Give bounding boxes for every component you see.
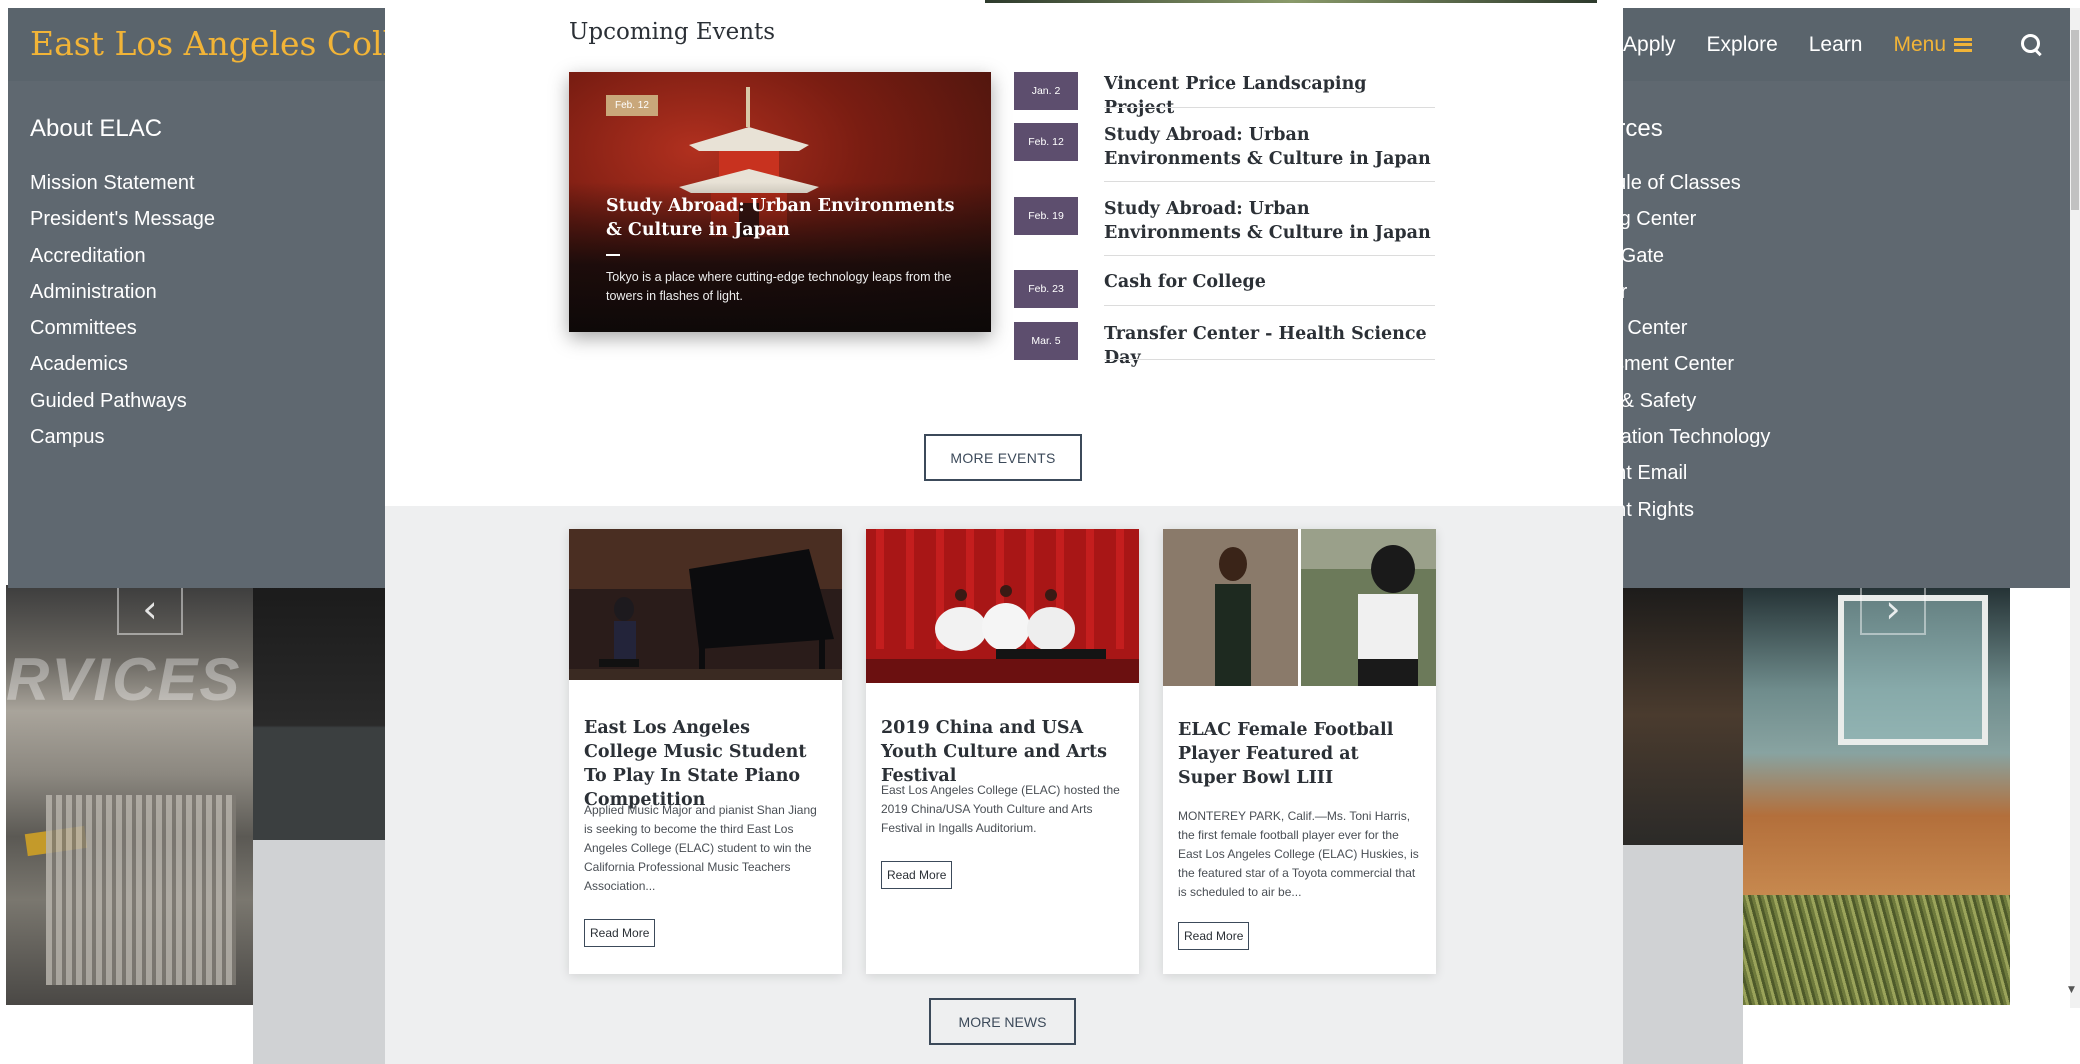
- background-photo-dark: [253, 585, 385, 840]
- menu-link-campus[interactable]: Campus: [30, 419, 215, 455]
- news-title[interactable]: East Los Angeles College Music Student T…: [584, 716, 827, 812]
- menu-link-learning-center[interactable]: ing Center: [1604, 201, 1770, 237]
- menu-link-president[interactable]: President's Message: [30, 201, 215, 237]
- piano-photo: [569, 529, 842, 680]
- featured-divider: [606, 254, 620, 256]
- featured-event-description: Tokyo is a place where cutting-edge tech…: [606, 270, 952, 303]
- menu-link-accreditation[interactable]: Accreditation: [30, 238, 215, 274]
- mega-menu-resources: urces dule of Classes ing Center n Gate …: [1604, 115, 1770, 528]
- menu-link-it[interactable]: mation Technology: [1604, 419, 1770, 455]
- featured-date-badge: Feb. 12: [606, 95, 658, 116]
- menu-link-assessment[interactable]: ssment Center: [1604, 346, 1770, 382]
- menu-link-transfer[interactable]: fer: [1604, 274, 1770, 310]
- event-title[interactable]: Cash for College: [1104, 270, 1434, 294]
- hamburger-icon: [1954, 37, 1972, 52]
- news-card[interactable]: East Los Angeles College Music Student T…: [569, 529, 842, 974]
- read-more-button[interactable]: Read More: [584, 919, 656, 947]
- primary-nav: Apply Explore Learn Menu: [1623, 8, 2070, 81]
- building-door: [46, 795, 236, 985]
- background-photo-right: [1743, 585, 2010, 1005]
- menu-link-gate[interactable]: n Gate: [1604, 238, 1770, 274]
- menu-label: Menu: [1893, 32, 1946, 56]
- background-photo-dark-right: [1623, 585, 1743, 845]
- read-more-button[interactable]: Read More: [881, 861, 953, 889]
- events-heading: Upcoming Events: [569, 19, 776, 45]
- news-title[interactable]: ELAC Female Football Player Featured at …: [1178, 718, 1421, 790]
- football-player-photo: [1163, 529, 1436, 686]
- scroll-down-arrow-icon[interactable]: ▼: [2068, 985, 2080, 997]
- scrollbar-thumb[interactable]: [2071, 30, 2079, 210]
- background-photo-left: RVICES: [6, 585, 253, 1005]
- featured-event-title[interactable]: Study Abroad: Urban Environments & Cultu…: [606, 194, 956, 242]
- news-description: Applied Music Major and pianist Shan Jia…: [584, 803, 817, 893]
- slider-next-button[interactable]: ›: [1860, 585, 1926, 635]
- event-title[interactable]: Study Abroad: Urban Environments & Cultu…: [1104, 197, 1434, 245]
- chevron-left-icon: ‹: [142, 587, 158, 631]
- event-date-badge: Feb. 19: [1014, 197, 1078, 235]
- event-date-badge: Feb. 23: [1014, 270, 1078, 308]
- nav-apply[interactable]: Apply: [1623, 33, 1676, 57]
- event-date-badge: Jan. 2: [1014, 72, 1078, 110]
- event-divider: [1104, 305, 1435, 306]
- menu-link-academics[interactable]: Academics: [30, 346, 215, 382]
- menu-link-schedule[interactable]: dule of Classes: [1604, 165, 1770, 201]
- event-date-badge: Feb. 12: [1014, 123, 1078, 161]
- nav-explore[interactable]: Explore: [1707, 33, 1778, 57]
- content-panel: Upcoming Events Feb. 12 Study Abroad: Ur…: [385, 0, 1623, 1064]
- menu-link-health-safety[interactable]: h & Safety: [1604, 383, 1770, 419]
- news-description: East Los Angeles College (ELAC) hosted t…: [881, 783, 1120, 835]
- news-card[interactable]: ELAC Female Football Player Featured at …: [1163, 529, 1436, 974]
- services-sign: RVICES: [6, 646, 242, 713]
- event-divider: [1104, 181, 1435, 182]
- news-title[interactable]: 2019 China and USA Youth Culture and Art…: [881, 716, 1124, 788]
- event-date-badge: Mar. 5: [1014, 322, 1078, 360]
- menu-button[interactable]: Menu: [1893, 33, 1972, 57]
- menu-link-guided-pathways[interactable]: Guided Pathways: [30, 383, 215, 419]
- site-title[interactable]: East Los Angeles Colleg: [30, 24, 434, 63]
- menu-link-student-email[interactable]: ent Email: [1604, 455, 1770, 491]
- chevron-right-icon: ›: [1885, 587, 1901, 631]
- grass: [1743, 895, 2010, 1005]
- festival-photo: [866, 529, 1139, 683]
- slider-prev-button[interactable]: ‹: [117, 585, 183, 635]
- menu-link-student-rights[interactable]: ent Rights: [1604, 492, 1770, 528]
- menu-link-career-center[interactable]: er Center: [1604, 310, 1770, 346]
- event-title[interactable]: Study Abroad: Urban Environments & Cultu…: [1104, 123, 1434, 171]
- event-divider: [1104, 107, 1435, 108]
- event-divider: [1104, 255, 1435, 256]
- mega-heading-about[interactable]: About ELAC: [30, 115, 215, 143]
- mega-menu-about: About ELAC Mission Statement President's…: [30, 115, 215, 455]
- menu-link-mission[interactable]: Mission Statement: [30, 165, 215, 201]
- nav-learn[interactable]: Learn: [1809, 33, 1863, 57]
- event-divider: [1104, 359, 1435, 360]
- mega-heading-resources[interactable]: urces: [1604, 115, 1770, 143]
- menu-link-administration[interactable]: Administration: [30, 274, 215, 310]
- featured-event-card[interactable]: Feb. 12 Study Abroad: Urban Environments…: [569, 72, 991, 332]
- event-title[interactable]: Vincent Price Landscaping Project: [1104, 72, 1434, 120]
- more-news-button[interactable]: MORE NEWS: [929, 998, 1076, 1045]
- news-description: MONTEREY PARK, Calif.—Ms. Toni Harris, t…: [1178, 809, 1419, 899]
- event-title[interactable]: Transfer Center - Health Science Day: [1104, 322, 1434, 370]
- read-more-button[interactable]: Read More: [1178, 922, 1250, 950]
- more-events-button[interactable]: MORE EVENTS: [924, 434, 1082, 481]
- news-card[interactable]: 2019 China and USA Youth Culture and Art…: [866, 529, 1139, 974]
- search-icon[interactable]: [2020, 33, 2044, 57]
- menu-link-committees[interactable]: Committees: [30, 310, 215, 346]
- photo-strip: [985, 0, 1597, 3]
